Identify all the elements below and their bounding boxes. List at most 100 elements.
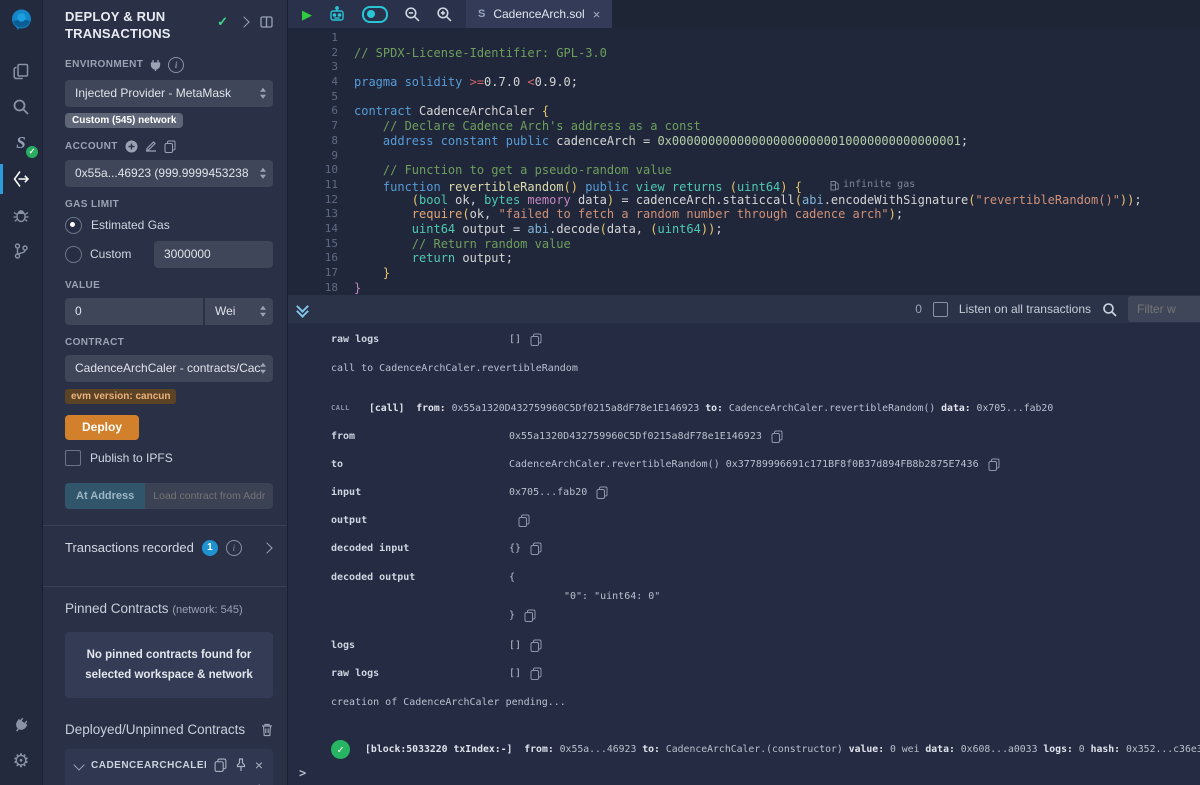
row-label: decoded output: [331, 568, 509, 587]
terminal-search-icon[interactable]: [1102, 302, 1117, 317]
at-address-input[interactable]: [145, 483, 273, 509]
copy-icon[interactable]: [988, 458, 1000, 471]
publish-ipfs-row[interactable]: Publish to IPFS: [65, 450, 273, 466]
split-view-icon[interactable]: [260, 16, 273, 28]
sidebar-item-search[interactable]: [0, 89, 42, 125]
code-line[interactable]: 13 require(ok, "failed to fetch a random…: [288, 207, 1200, 222]
select-stepper-icon: [260, 88, 266, 99]
code-line[interactable]: 1: [288, 31, 1200, 46]
copy-icon[interactable]: [524, 609, 536, 622]
code-line[interactable]: 16 return output;: [288, 251, 1200, 266]
close-tab-icon[interactable]: ×: [593, 7, 601, 22]
run-script-icon[interactable]: ▶: [302, 8, 312, 21]
gas-custom-radio[interactable]: [65, 246, 82, 263]
account-label: ACCOUNT: [65, 140, 273, 153]
terminal-block-row: ✓[block:5033220 txIndex:-] from: 0x55a..…: [288, 736, 1200, 762]
code-line[interactable]: 7 // Declare Cadence Arch's address as a…: [288, 119, 1200, 134]
add-account-icon[interactable]: [125, 140, 138, 153]
sidebar-item-debugger[interactable]: [0, 197, 42, 233]
terminal-kv-row: decoded input{}: [288, 534, 1200, 562]
code-line[interactable]: 6contract CadenceArchCaler {: [288, 104, 1200, 119]
remove-contract-icon[interactable]: ×: [255, 758, 263, 772]
line-number: 15: [288, 237, 354, 252]
listen-checkbox-icon[interactable]: [933, 302, 948, 317]
select-stepper-icon: [260, 168, 266, 179]
copy-icon[interactable]: [771, 430, 783, 443]
code-line[interactable]: 3: [288, 60, 1200, 75]
tx-info-icon[interactable]: i: [226, 540, 242, 556]
sidebar-item-solidity-compiler[interactable]: S ✓: [0, 125, 42, 161]
copy-icon[interactable]: [518, 514, 530, 527]
line-number: 6: [288, 104, 354, 119]
copy-address-icon[interactable]: [214, 758, 227, 772]
copy-icon[interactable]: [530, 333, 542, 346]
remix-logo-icon[interactable]: [8, 7, 35, 39]
environment-info-icon[interactable]: i: [168, 57, 184, 73]
code-line[interactable]: 11 function revertibleRandom() public vi…: [288, 178, 1200, 193]
code-line[interactable]: 10 // Function to get a pseudo-random va…: [288, 163, 1200, 178]
terminal-filter-input[interactable]: [1128, 296, 1200, 322]
account-select[interactable]: 0x55a...46923 (999.9999453238: [65, 160, 273, 187]
code-line[interactable]: 17 }: [288, 266, 1200, 281]
tab-cadencearch-sol[interactable]: S CadenceArch.sol ×: [466, 0, 612, 28]
deploy-button[interactable]: Deploy: [65, 415, 139, 440]
copy-icon[interactable]: [596, 486, 608, 499]
code-line[interactable]: 14 uint64 output = abi.decode(data, (uin…: [288, 222, 1200, 237]
sign-message-icon[interactable]: [145, 140, 157, 152]
plug-icon: [12, 716, 30, 734]
environment-label: ENVIRONMENT i: [65, 57, 273, 73]
copilot-toggle[interactable]: [362, 6, 388, 23]
code-line[interactable]: 5: [288, 90, 1200, 105]
terminal-kv-row: toCadenceArchCaler.revertibleRandom() 0x…: [288, 450, 1200, 478]
gas-custom-input[interactable]: [154, 241, 273, 268]
code-line[interactable]: 8 address constant public cadenceArch = …: [288, 134, 1200, 149]
terminal-prompt[interactable]: >: [299, 766, 306, 780]
line-number: 8: [288, 134, 354, 149]
ai-assistant-robot-icon[interactable]: [328, 6, 346, 23]
terminal-body: raw logs[]call to CadenceArchCaler.rever…: [288, 323, 1200, 763]
terminal-kv-row: raw logs[]: [288, 659, 1200, 687]
code-line[interactable]: 2// SPDX-License-Identifier: GPL-3.0: [288, 46, 1200, 61]
value-unit-select[interactable]: Wei: [205, 298, 273, 325]
line-number: 12: [288, 193, 354, 208]
radio-on-icon: [65, 217, 82, 234]
environment-select[interactable]: Injected Provider - MetaMask: [65, 80, 273, 107]
icon-rail: S ✓ ⚙: [0, 0, 43, 785]
contract-select[interactable]: CadenceArchCaler - contracts/Cac: [65, 355, 273, 382]
copy-icon[interactable]: [530, 542, 542, 555]
zoom-in-icon[interactable]: [436, 6, 452, 22]
terminal-toolbar: 0 Listen on all transactions: [288, 295, 1200, 323]
network-badge: Custom (545) network: [65, 113, 183, 128]
sidebar-item-deploy-run[interactable]: [0, 161, 42, 197]
remix-app: S ✓ ⚙ DEPLOY & RUN TRANSACTIONS ✓: [0, 0, 1200, 785]
code-line[interactable]: 9: [288, 149, 1200, 164]
copy-icon[interactable]: [530, 667, 542, 680]
tx-expand-icon[interactable]: [261, 542, 272, 553]
code-line[interactable]: 15 // Return random value: [288, 237, 1200, 252]
code-line[interactable]: 4pragma solidity >=0.7.0 <0.9.0;: [288, 75, 1200, 90]
trash-icon[interactable]: [261, 723, 273, 737]
pinned-contracts-title: Pinned Contracts (network: 545): [65, 601, 273, 616]
value-input[interactable]: [65, 298, 203, 325]
code-line[interactable]: 12 (bool ok, bytes memory data) = cadenc…: [288, 193, 1200, 208]
pin-icon[interactable]: [235, 758, 247, 772]
gas-estimated-radio[interactable]: Estimated Gas: [65, 217, 273, 234]
collapse-terminal-icon[interactable]: [298, 302, 307, 316]
sidebar-item-file-explorer[interactable]: [0, 53, 42, 89]
row-label: to: [331, 459, 509, 470]
at-address-button[interactable]: At Address: [65, 483, 145, 509]
copy-icon[interactable]: [530, 639, 542, 652]
collapse-contract-icon[interactable]: [73, 759, 84, 770]
sidebar-item-settings[interactable]: ⚙: [0, 743, 42, 779]
fork-state-icon[interactable]: [150, 59, 161, 71]
row-value: []: [509, 640, 521, 651]
panel-forward-icon[interactable]: [238, 16, 249, 27]
zoom-out-icon[interactable]: [404, 6, 420, 22]
sidebar-item-plugin-manager[interactable]: [0, 707, 42, 743]
sidebar-item-source-control[interactable]: [0, 233, 42, 269]
code-area[interactable]: 12// SPDX-License-Identifier: GPL-3.034p…: [288, 28, 1200, 298]
copy-account-icon[interactable]: [164, 140, 176, 153]
file-explorer-icon: [12, 62, 31, 81]
code-line[interactable]: 18}: [288, 281, 1200, 296]
row-label: output: [331, 515, 509, 526]
